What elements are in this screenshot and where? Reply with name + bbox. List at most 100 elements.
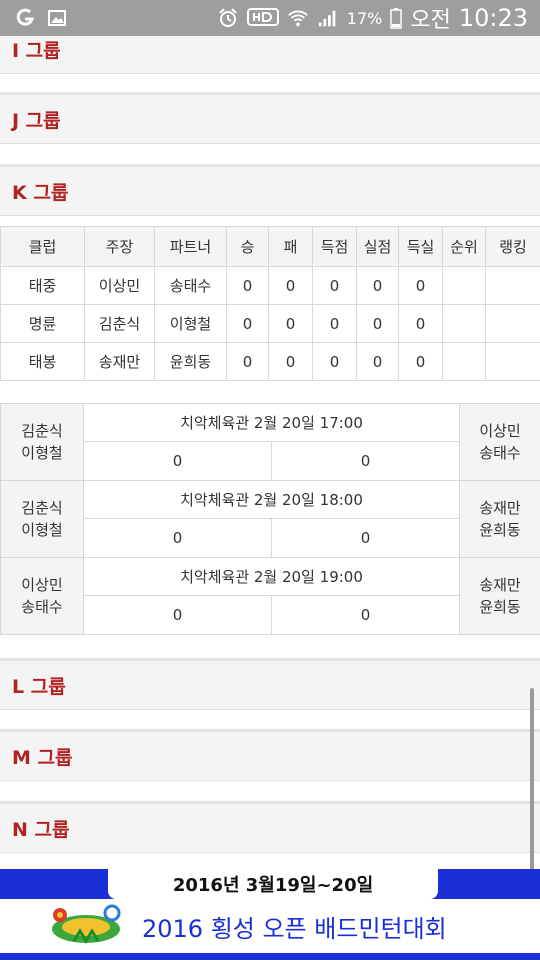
group-header-i[interactable]: I 그룹 [0,36,540,74]
player-name: 이형철 [21,521,63,539]
player-name: 김춘식 [21,422,63,440]
cell-ranking [485,304,540,343]
match-right-team: 송재만 윤희동 [459,557,540,635]
header-points-against: 실점 [356,226,399,267]
cell-losses: 0 [268,342,313,381]
cell-point-diff: 0 [398,304,443,343]
cell-ranking [485,342,540,381]
group-header-n[interactable]: N 그룹 [0,801,540,853]
player-name: 이형철 [21,444,63,462]
match-venue-time: 치악체육관 2월 20일 17:00 [82,403,461,442]
header-point-diff: 득실 [398,226,443,267]
content-area[interactable]: I 그룹 J 그룹 K 그룹 클럽 주장 파트너 승 패 득점 실점 득실 순위… [0,36,540,869]
cell-rank [442,266,486,305]
group-header-l[interactable]: L 그룹 [0,658,540,710]
match-venue-time: 치악체육관 2월 20일 19:00 [82,557,461,596]
match-left-team: 김춘식 이형철 [0,480,84,558]
match-left-team: 이상민 송태수 [0,557,84,635]
alarm-icon [217,7,239,29]
banner-date-box: 2016년 3월19일~20일 [108,869,438,899]
cell-point-diff: 0 [398,342,443,381]
banner-date: 2016년 3월19일~20일 [172,875,374,896]
group-title-k: K 그룹 [12,181,69,204]
group-title-l: L 그룹 [12,675,66,698]
cell-wins: 0 [226,342,269,381]
cell-rank [442,304,486,343]
standings-header-row: 클럽 주장 파트너 승 패 득점 실점 득실 순위 랭킹 [0,226,540,267]
tournament-banner[interactable]: 2016년 3월19일~20일 2016 횡성 오픈 배드민턴대회 [0,869,540,960]
match-right-team: 송재만 윤희동 [459,480,540,558]
image-notification-icon [46,7,68,29]
cell-ranking [485,266,540,305]
tournament-logo-icon [44,901,128,949]
cell-points-for: 0 [312,266,357,305]
cell-club: 태봉 [0,342,85,381]
battery-icon [390,7,403,29]
header-partner: 파트너 [154,226,227,267]
battery-percent: 17% [346,8,383,28]
cell-points-against: 0 [356,342,399,381]
cell-partner: 윤희동 [154,342,227,381]
header-captain: 주장 [84,226,155,267]
match-info-row: 이상민 송태수 치악체육관 2월 20일 19:00 송재만 윤희동 [0,557,540,635]
group-header-k[interactable]: K 그룹 [0,164,540,216]
match-info-row: 김춘식 이형철 치악체육관 2월 20일 17:00 이상민 송태수 [0,403,540,481]
signal-icon [317,7,339,29]
score-left: 0 [83,595,272,635]
cell-wins: 0 [226,266,269,305]
cell-losses: 0 [268,304,313,343]
match-venue-time: 치악체육관 2월 20일 18:00 [82,480,461,519]
player-name: 윤희동 [479,521,521,539]
table-row: 태중 이상민 송태수 0 0 0 0 0 [0,266,540,305]
header-points-for: 득점 [312,226,357,267]
hd-voice-icon [246,7,279,29]
status-time: 10:23 [458,4,528,32]
player-name: 이상민 [21,576,63,594]
group-title-i: I 그룹 [12,39,61,62]
group-header-m[interactable]: M 그룹 [0,729,540,781]
score-left: 0 [83,518,272,558]
score-right: 0 [270,518,461,558]
player-name: 송재만 [479,576,521,594]
wifi-icon [287,7,309,29]
cell-club: 태중 [0,266,85,305]
player-name: 김춘식 [21,499,63,517]
cell-wins: 0 [226,304,269,343]
header-wins: 승 [226,226,269,267]
cell-partner: 이형철 [154,304,227,343]
status-ampm: 오전 [410,8,451,33]
header-ranking: 랭킹 [485,226,540,267]
banner-title: 2016 횡성 오픈 배드민턴대회 [142,915,447,943]
player-name: 이상민 [479,422,521,440]
cell-captain: 김춘식 [84,304,155,343]
player-name: 송태수 [21,598,63,616]
header-losses: 패 [268,226,313,267]
group-title-n: N 그룹 [12,818,70,841]
status-bar: 17% 오전 10:23 [0,0,540,36]
cell-partner: 송태수 [154,266,227,305]
cell-point-diff: 0 [398,266,443,305]
cell-points-for: 0 [312,342,357,381]
player-name: 송태수 [479,444,521,462]
score-right: 0 [270,595,461,635]
cell-club: 명륜 [0,304,85,343]
match-schedule-table: 김춘식 이형철 치악체육관 2월 20일 17:00 이상민 송태수 0 0 김… [0,403,540,635]
g-notification-icon [14,7,36,29]
cell-rank [442,342,486,381]
group-title-j: J 그룹 [12,109,61,132]
table-row: 태봉 송재만 윤희동 0 0 0 0 0 [0,342,540,381]
cell-points-for: 0 [312,304,357,343]
cell-points-against: 0 [356,304,399,343]
match-left-team: 김춘식 이형철 [0,403,84,481]
cell-captain: 이상민 [84,266,155,305]
score-right: 0 [270,441,461,481]
cell-points-against: 0 [356,266,399,305]
group-header-j[interactable]: J 그룹 [0,92,540,144]
player-name: 윤희동 [479,598,521,616]
header-club: 클럽 [0,226,85,267]
match-info-row: 김춘식 이형철 치악체육관 2월 20일 18:00 송재만 윤희동 [0,480,540,558]
cell-captain: 송재만 [84,342,155,381]
cell-losses: 0 [268,266,313,305]
group-title-m: M 그룹 [12,746,73,769]
table-row: 명륜 김춘식 이형철 0 0 0 0 0 [0,304,540,343]
